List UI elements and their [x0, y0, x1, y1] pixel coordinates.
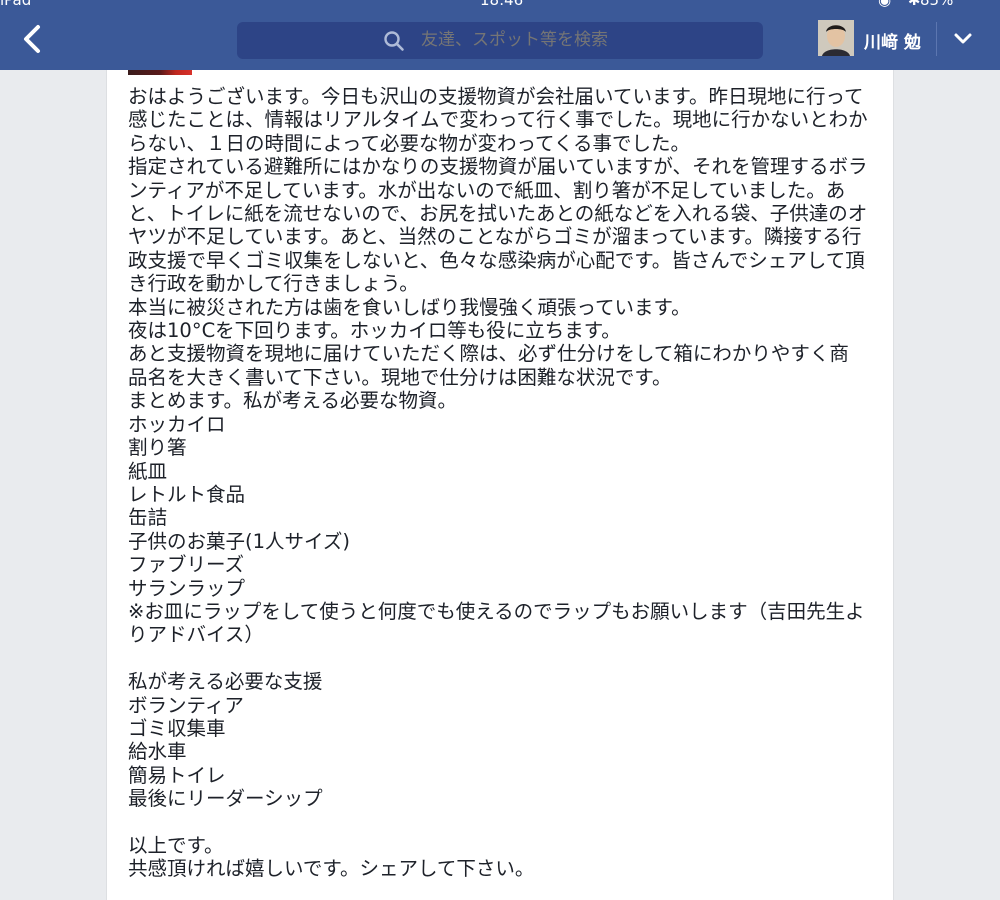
supply-list-item: ホッカイロ: [128, 412, 226, 436]
support-list-item: ボランティア: [128, 693, 244, 717]
post-photo-edge: [128, 70, 192, 75]
closing-line: 共感頂ければ嬉しいです。シェアして下さい。: [128, 857, 535, 881]
support-heading: 私が考える必要な支援: [128, 670, 323, 694]
back-button[interactable]: [18, 22, 48, 56]
post-paragraph: 本当に被災された方は歯を食いしばり我慢強く頑張っています。: [128, 295, 691, 319]
post-body: おはようございます。今日も沢山の支援物資が会社届いています。昨日現地に行って感じ…: [128, 85, 868, 881]
avatar-image: [818, 20, 854, 56]
supply-list-item: ファブリーズ: [128, 553, 245, 577]
nav-divider: [936, 22, 937, 56]
support-list-item: ゴミ収集車: [128, 716, 226, 740]
back-chevron-icon: [24, 25, 40, 53]
supply-list-item: レトルト食品: [128, 482, 246, 506]
post-paragraph: まとめます。私が考える必要な物資。: [128, 389, 457, 413]
supply-list-item: 紙皿: [128, 459, 168, 483]
closing-line: 以上です。: [128, 833, 224, 857]
support-list-item: 簡易トイレ: [128, 763, 226, 787]
support-list-item: 給水車: [128, 740, 187, 764]
post-paragraph: 夜は10°Cを下回ります。ホッカイロ等も役に立ちます。: [128, 319, 621, 343]
search-box[interactable]: [237, 22, 763, 59]
status-battery: 85%: [920, 0, 954, 9]
supply-list-item: 割り箸: [128, 436, 187, 460]
status-time: 18:46: [480, 0, 524, 9]
status-carrier: iPad: [0, 0, 32, 9]
supply-list-item: サランラップ: [128, 576, 246, 600]
supply-list-item: 子供のお菓子(1人サイズ): [128, 529, 351, 553]
avatar[interactable]: [818, 20, 854, 56]
menu-button[interactable]: [950, 30, 976, 48]
search-input[interactable]: [421, 30, 741, 50]
chevron-down-icon: [954, 33, 972, 44]
post-paragraph: おはようございます。今日も沢山の支援物資が会社届いています。昨日現地に行って感じ…: [128, 85, 868, 155]
search-icon: [384, 31, 404, 51]
post-paragraph: あと支援物資を現地に届けていただく際は、必ず仕分けをして箱にわかりやすく商品名を…: [128, 342, 849, 389]
supply-list-item: 缶詰: [128, 506, 168, 530]
support-list-item: 最後にリーダーシップ: [128, 787, 323, 811]
supply-note: ※お皿にラップをして使うと何度でも使えるのでラップもお願いします（吉田先生よりア…: [128, 599, 865, 647]
profile-name[interactable]: 川﨑 勉: [864, 28, 921, 53]
top-navigation-bar: iPad 18:46 ◉ ✱ 85% 川﨑 勉: [0, 0, 1000, 70]
post-paragraph: 指定されている避難所にはかなりの支援物資が届いていますが、それを管理するボランテ…: [128, 155, 868, 296]
